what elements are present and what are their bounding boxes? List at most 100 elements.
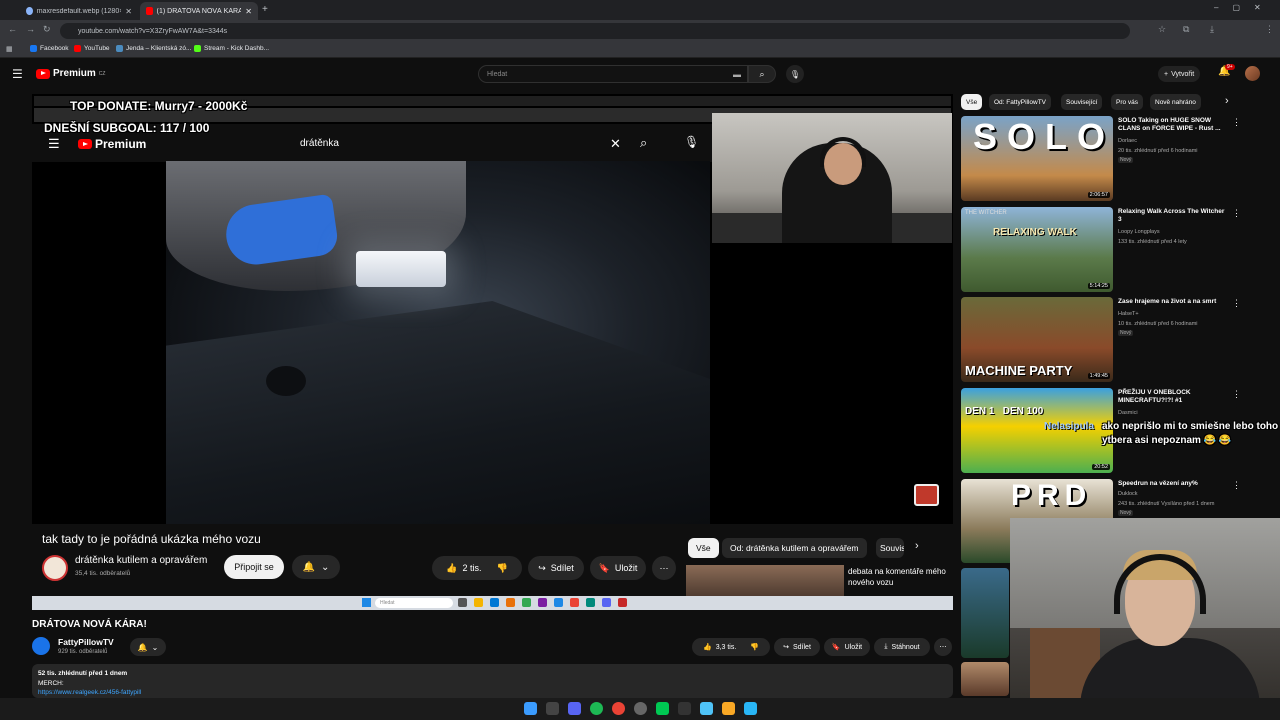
bookmark-jenda[interactable]: Jenda – Klientská zó...	[116, 45, 191, 52]
more-icon[interactable]: ⋮	[1232, 480, 1241, 491]
new-tab-icon[interactable]: +	[262, 4, 268, 15]
thumbs-down-icon[interactable]: 👎	[750, 643, 759, 651]
browser-tab[interactable]: maxresdefault.webp (1280×720) ✕	[20, 2, 138, 20]
close-tab-icon[interactable]: ✕	[245, 7, 252, 16]
channel-avatar[interactable]	[32, 637, 50, 655]
more-icon[interactable]: ⋮	[1232, 117, 1241, 128]
bookmark-kick[interactable]: Stream - Kick Dashb...	[194, 45, 269, 52]
more-icon[interactable]: ⋮	[1232, 389, 1241, 400]
more-icon[interactable]: ⋮	[1232, 208, 1241, 219]
discord-icon[interactable]	[568, 702, 581, 715]
bookmark-label: Facebook	[40, 45, 69, 52]
app-icon	[570, 598, 579, 607]
chevron-right-icon[interactable]: ›	[1225, 95, 1229, 107]
app-icon[interactable]	[656, 702, 669, 715]
video-channel[interactable]: HalseT+	[1118, 310, 1139, 318]
apps-grid-icon[interactable]: ▦	[6, 45, 13, 53]
hamburger-menu-icon[interactable]: ☰	[12, 67, 23, 81]
more-icon[interactable]: ⋮	[1232, 298, 1241, 309]
app-icon[interactable]	[744, 702, 757, 715]
logo-text: Premium	[53, 68, 96, 79]
search-input[interactable]: Hledat ▬	[478, 65, 748, 83]
file-explorer-icon[interactable]	[722, 702, 735, 715]
save-label: Uložit	[844, 643, 863, 651]
inner-search-value: drátěnka	[300, 138, 339, 149]
mic-icon: 🎙	[684, 135, 700, 149]
video-meta: 133 tis. zhlédnutí před 4 lety	[1118, 239, 1187, 245]
video-channel[interactable]: Dasmici	[1118, 409, 1138, 417]
inner-youtube-logo: Premium	[78, 137, 146, 151]
video-channel[interactable]: Dorlaec	[1118, 137, 1137, 145]
app-icon	[506, 598, 515, 607]
address-bar[interactable]: youtube.com/watch?v=X3ZryFwAW7A&t=3344s	[60, 23, 1130, 39]
spotify-icon[interactable]	[590, 702, 603, 715]
chip-related[interactable]: Související	[1061, 94, 1103, 110]
chip-recent[interactable]: Nově nahráno	[1150, 94, 1201, 110]
forward-icon[interactable]: →	[26, 24, 35, 34]
video-title[interactable]: PŘEŽIJU V ONEBLOCK MINECRAFTU?!?! #1	[1118, 389, 1228, 405]
new-badge: Nový	[1118, 510, 1134, 516]
bookmark-star-icon[interactable]: ☆	[1158, 24, 1166, 35]
search-button[interactable]: ⌕	[748, 65, 776, 83]
video-title[interactable]: SOLO Taking on HUGE SNOW CLANS on FORCE …	[1118, 117, 1228, 133]
like-button[interactable]: 👍 3,3 tis. 👎	[692, 638, 770, 656]
notepad-icon[interactable]	[700, 702, 713, 715]
chat-message: ako neprišlo mi to smiešne lebo toho ytb…	[1102, 421, 1279, 446]
video-title[interactable]: Zase hrajeme na život a na smrt	[1118, 298, 1228, 306]
bookmark-youtube[interactable]: YouTube	[74, 45, 110, 52]
avatar[interactable]	[1245, 66, 1260, 81]
search-icon[interactable]	[546, 702, 559, 715]
video-channel[interactable]: Loopy Longplays	[1118, 228, 1160, 236]
download-button[interactable]: ⤓ Stáhnout	[874, 638, 930, 656]
subscribe-notification-button[interactable]: 🔔 ⌄	[130, 638, 166, 656]
video-title[interactable]: Relaxing Walk Across The Witcher 3	[1118, 208, 1228, 224]
youtube-logo[interactable]: Premium CZ	[36, 68, 105, 79]
close-tab-icon[interactable]: ✕	[125, 7, 132, 16]
create-button[interactable]: + Vytvořit	[1158, 66, 1201, 82]
chip-for-you[interactable]: Pro vás	[1111, 94, 1144, 110]
obs-icon[interactable]	[634, 702, 647, 715]
app-icon[interactable]	[678, 702, 691, 715]
chip-from-channel[interactable]: Od: FattyPillowTV	[989, 94, 1052, 110]
chip-all[interactable]: Vše	[961, 94, 983, 110]
description-link[interactable]: https://www.realgeek.cz/456-fattypill	[38, 689, 141, 696]
like-dislike-group: 👍 2 tis. 👎	[432, 556, 522, 580]
video-channel[interactable]: Duklock	[1118, 490, 1138, 498]
bookmark-facebook[interactable]: Facebook	[30, 45, 69, 52]
extensions-icon[interactable]: ⧉	[1183, 24, 1189, 35]
webcam-overlay-2	[1010, 518, 1280, 720]
bookmark-icon: 🔖	[598, 562, 610, 573]
logo-region: CZ	[98, 70, 106, 77]
keyboard-icon[interactable]: ▬	[733, 70, 741, 79]
voice-search-button[interactable]: 🎙	[786, 65, 804, 83]
description-box[interactable]	[32, 664, 953, 698]
windows-start-icon[interactable]	[524, 702, 537, 715]
download-icon[interactable]: ⤓	[1210, 24, 1214, 35]
back-icon[interactable]: ←	[8, 24, 17, 34]
clear-search-icon: ✕	[610, 136, 621, 151]
more-actions-icon[interactable]: ⋯	[934, 638, 952, 656]
browser-tab-active[interactable]: (1) DRÁTOVA NOVÁ KÁRA! - Yo ✕	[140, 2, 258, 20]
video-thumbnail[interactable]	[961, 568, 1009, 658]
taskbar-search-label: Hledat	[380, 600, 395, 606]
video-thumbnail[interactable]	[961, 662, 1009, 696]
channel-name[interactable]: FattyPillowTV	[58, 637, 114, 647]
share-button[interactable]: ↪ Sdílet	[774, 638, 820, 656]
chevron-right-icon: ›	[915, 540, 919, 552]
video-thumbnail[interactable]: SOLO 2:06:57	[961, 116, 1113, 201]
inner-channel-avatar	[42, 555, 68, 581]
video-thumbnail[interactable]: MACHINE PARTY 1:49:45	[961, 297, 1113, 382]
window-controls-icon[interactable]: –▢✕	[1214, 3, 1275, 12]
browser-menu-icon[interactable]: ⋮	[1265, 24, 1274, 35]
logo-text: Premium	[95, 137, 147, 151]
video-thumbnail[interactable]: THE WITCHER RELAXING WALK 5:14:25	[961, 207, 1113, 292]
bell-icon: 🔔	[302, 561, 316, 573]
chevron-down-icon: ⌄	[151, 642, 159, 652]
chrome-icon[interactable]	[612, 702, 625, 715]
bookmarks-bar	[0, 42, 1280, 58]
save-label: Uložit	[614, 563, 638, 573]
reload-icon[interactable]: ↻	[43, 24, 51, 35]
video-title[interactable]: Speedrun na vězení any%	[1118, 480, 1228, 488]
facebook-icon	[30, 45, 37, 52]
save-button[interactable]: 🔖 Uložit	[824, 638, 870, 656]
